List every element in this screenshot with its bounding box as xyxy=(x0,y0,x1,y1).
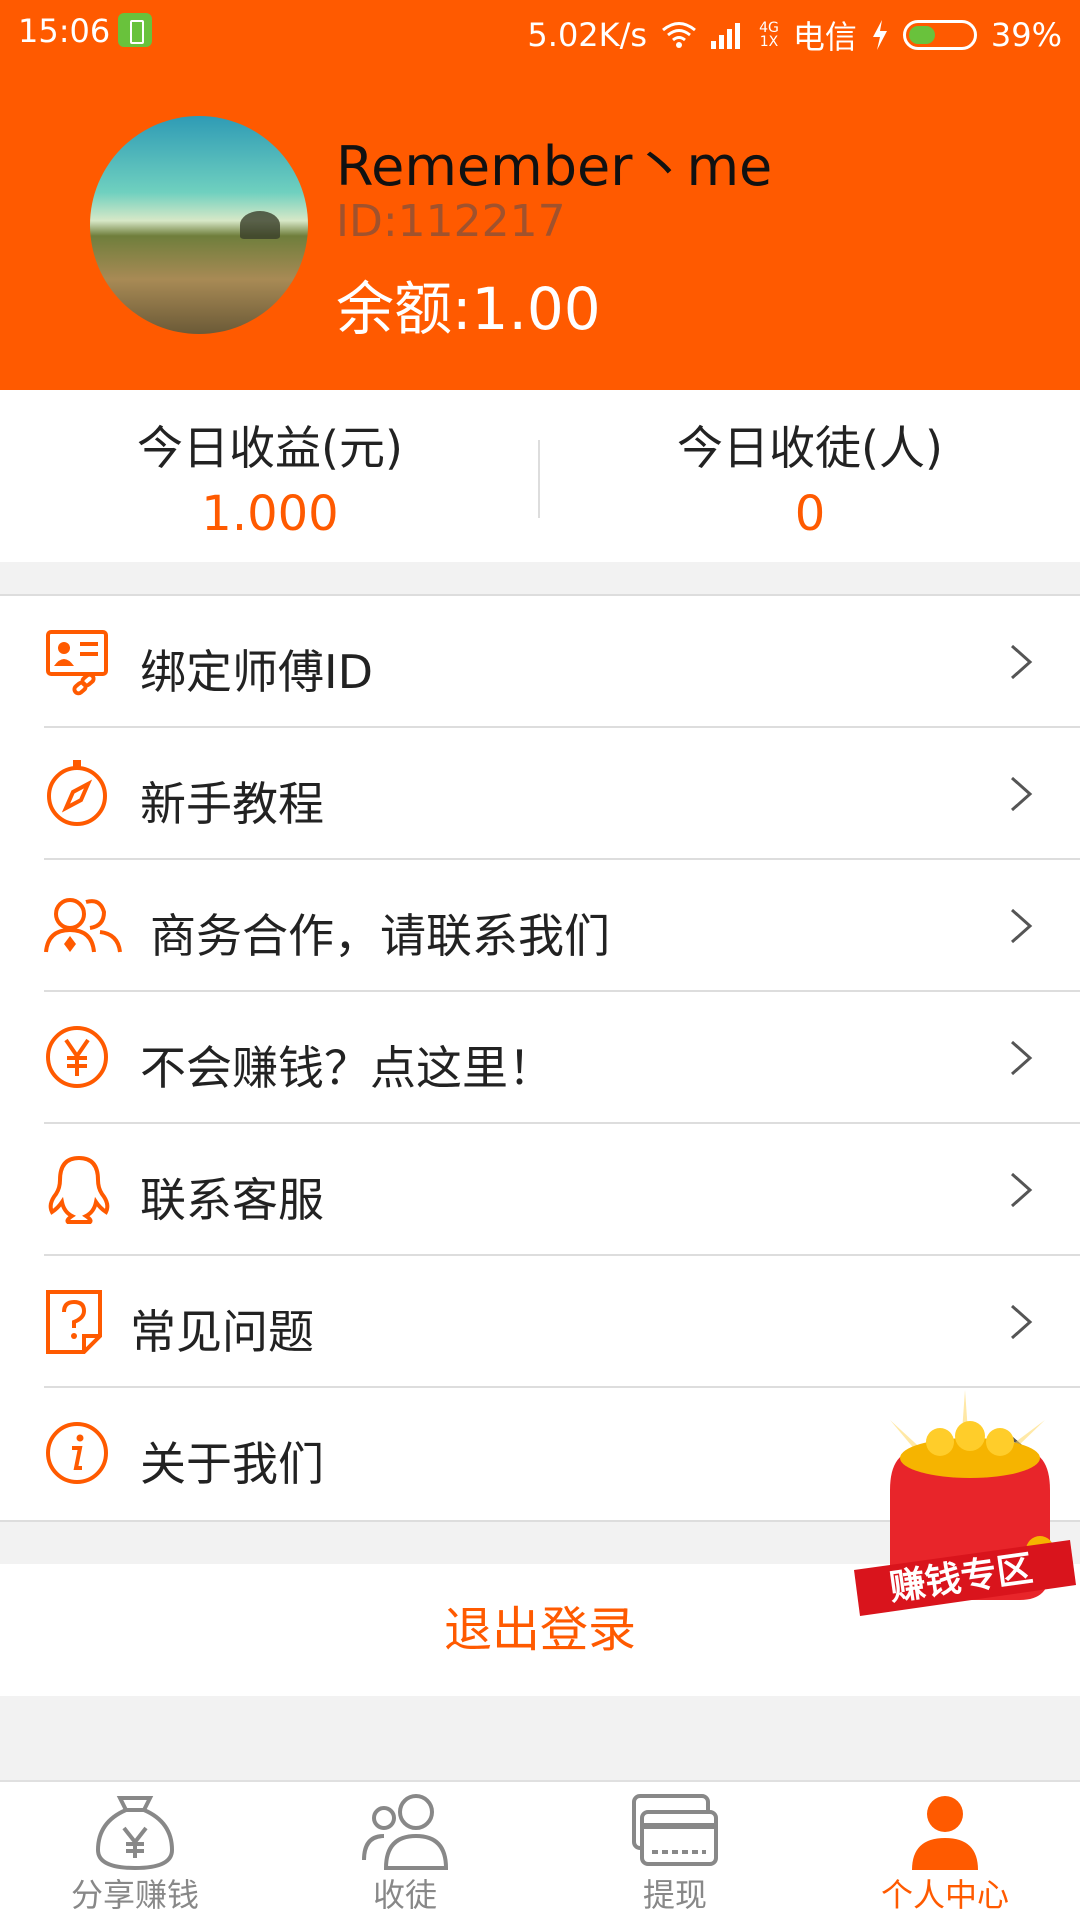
today-income: 今日收益(元) 1.000 xyxy=(0,412,540,542)
avatar[interactable] xyxy=(90,116,308,334)
network-type: 4G 1X xyxy=(759,20,779,50)
chevron-right-icon xyxy=(1011,1304,1033,1340)
today-disciples-label: 今日收徒(人) xyxy=(677,421,943,475)
avatar-tree-decoration xyxy=(240,211,280,239)
profile-header: 15:06 5.02K/s 4G 1X 电信 39% Remember丶me I… xyxy=(0,0,1080,390)
battery-fill xyxy=(908,26,936,44)
today-income-label: 今日收益(元) xyxy=(137,421,403,475)
menu-label: 常见问题 xyxy=(130,1305,314,1359)
chevron-right-icon xyxy=(1011,908,1033,944)
menu-label: 关于我们 xyxy=(140,1437,324,1491)
tab-label: 提现 xyxy=(642,1876,707,1914)
qq-icon xyxy=(48,1155,110,1224)
compass-icon xyxy=(47,760,107,826)
profile-name: Remember丶me xyxy=(336,135,773,198)
network-speed: 5.02K/s xyxy=(527,16,648,54)
chevron-right-icon xyxy=(1011,776,1033,812)
question-doc-icon xyxy=(46,1290,102,1354)
tab-label: 分享赚钱 xyxy=(70,1876,199,1914)
profile-id: ID:112217 xyxy=(336,196,566,247)
menu-label: 绑定师傅ID xyxy=(140,645,373,699)
menu-item-how-to-earn[interactable]: 不会赚钱？点这里！ xyxy=(0,992,1080,1124)
bottom-tab-bar: 分享赚钱 收徒 提现 个人中心 xyxy=(0,1780,1080,1920)
tab-label: 收徒 xyxy=(372,1876,437,1914)
menu-item-bind-master[interactable]: 绑定师傅ID xyxy=(0,596,1080,728)
yen-circle-icon xyxy=(46,1026,108,1088)
people-icon xyxy=(362,1794,449,1870)
menu-label: 不会赚钱？点这里！ xyxy=(140,1041,554,1095)
carrier-name: 电信 xyxy=(792,18,857,56)
tab-withdraw[interactable]: 提现 xyxy=(540,1782,810,1920)
tab-label: 个人中心 xyxy=(880,1876,1009,1914)
status-bar: 15:06 5.02K/s 4G 1X 电信 39% xyxy=(0,0,1080,62)
today-income-value: 1.000 xyxy=(201,486,339,542)
users-icon xyxy=(44,898,122,953)
menu-item-customer-service[interactable]: 联系客服 xyxy=(0,1124,1080,1256)
battery-saver-icon xyxy=(118,13,152,47)
tab-share-earn[interactable]: 分享赚钱 xyxy=(0,1782,270,1920)
chevron-right-icon xyxy=(1011,644,1033,680)
money-bag-icon xyxy=(95,1796,175,1871)
menu-label: 联系客服 xyxy=(140,1173,324,1227)
id-card-link-icon xyxy=(46,630,108,696)
status-right: 5.02K/s 4G 1X 电信 39% xyxy=(527,12,1062,58)
today-stats: 今日收益(元) 1.000 今日收徒(人) 0 xyxy=(0,390,1080,562)
charging-icon xyxy=(872,20,887,50)
chevron-right-icon xyxy=(1011,1172,1033,1208)
card-icon xyxy=(632,1794,718,1866)
menu-item-business[interactable]: 商务合作，请联系我们 xyxy=(0,860,1080,992)
today-disciples-value: 0 xyxy=(794,486,826,542)
money-zone-badge[interactable]: 赚钱专区 xyxy=(850,1380,1080,1640)
menu-item-faq[interactable]: 常见问题 xyxy=(0,1256,1080,1388)
wifi-icon xyxy=(662,22,697,48)
battery-percent: 39% xyxy=(990,16,1062,54)
battery-icon xyxy=(902,20,977,50)
signal-icon xyxy=(711,23,741,49)
menu-item-tutorial[interactable]: 新手教程 xyxy=(0,728,1080,860)
tab-personal-center[interactable]: 个人中心 xyxy=(810,1782,1080,1920)
profile-balance: 余额:1.00 xyxy=(336,275,601,343)
tab-recruit[interactable]: 收徒 xyxy=(270,1782,540,1920)
chevron-right-icon xyxy=(1011,1040,1033,1076)
menu-label: 商务合作，请联系我们 xyxy=(150,909,610,963)
info-circle-icon xyxy=(46,1422,108,1484)
today-disciples: 今日收徒(人) 0 xyxy=(540,412,1080,542)
menu-label: 新手教程 xyxy=(140,777,324,831)
status-time: 15:06 xyxy=(18,12,111,50)
person-icon xyxy=(912,1796,978,1870)
